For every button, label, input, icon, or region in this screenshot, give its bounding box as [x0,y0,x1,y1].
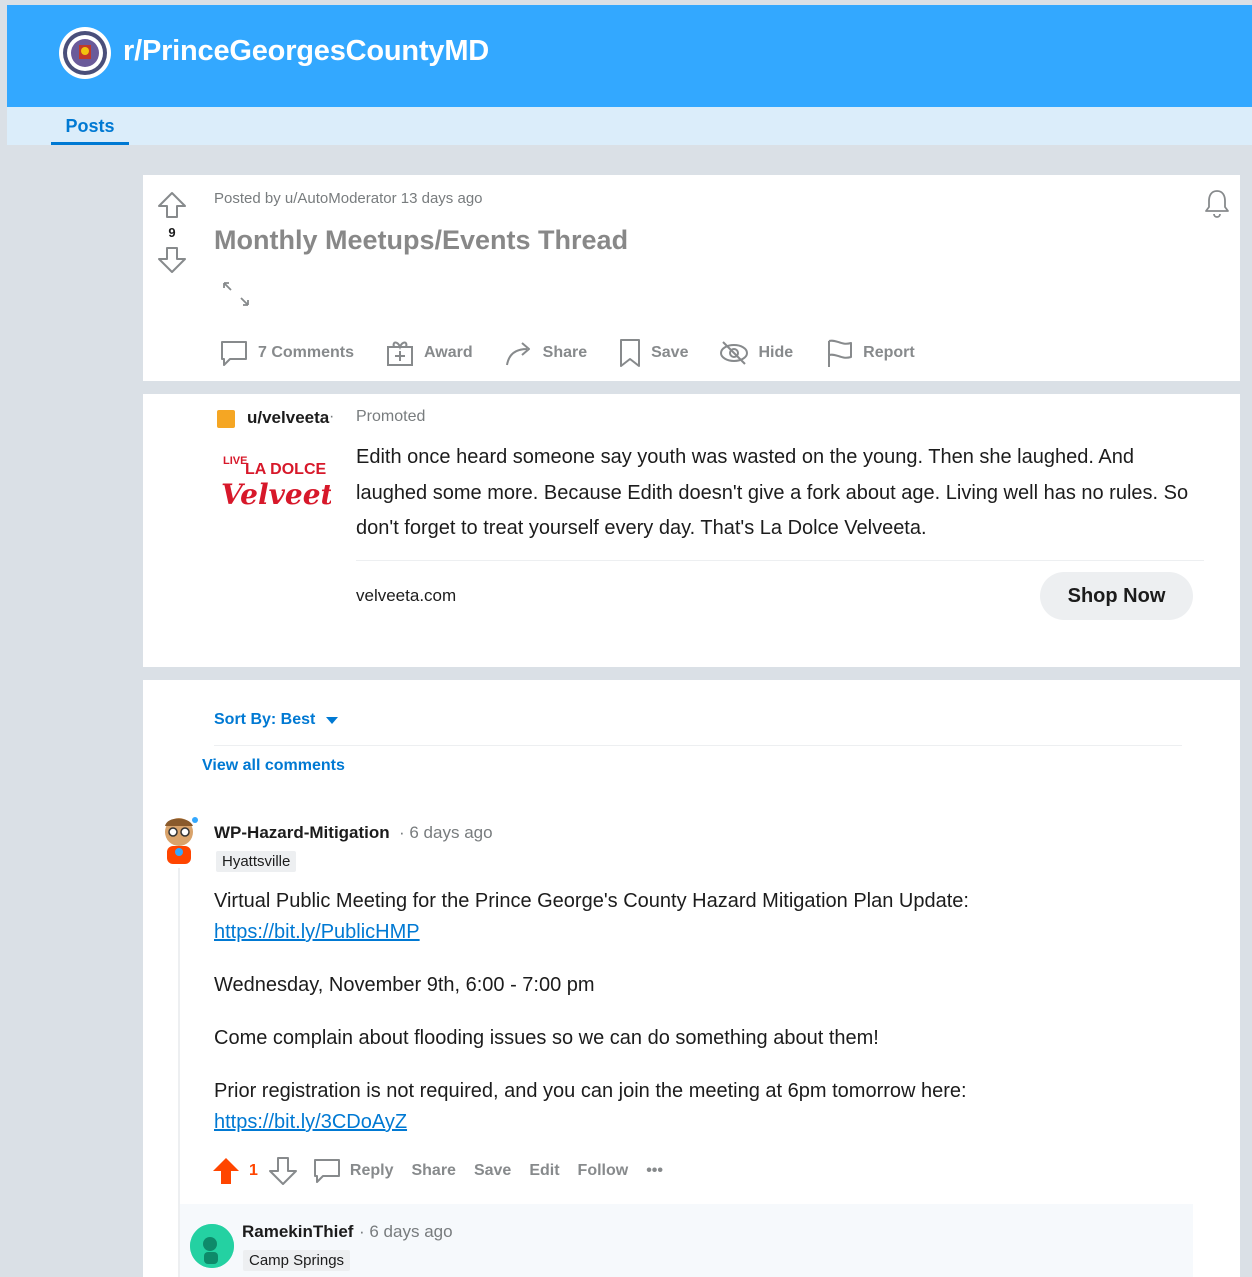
eye-slash-icon [720,341,749,365]
user-flair: Hyattsville [216,851,297,872]
user-flair: Camp Springs [243,1250,351,1271]
share-button[interactable]: Share [411,1162,455,1180]
post-score: 9 [168,225,176,240]
follow-button[interactable]: Follow [578,1162,629,1180]
meeting-link[interactable]: https://bit.ly/3CDoAyZ [214,1111,407,1133]
comments-card: Sort By: Best View all comments WP-Hazar… [143,680,1240,1277]
ad-divider [356,560,1204,561]
share-button[interactable]: Share [503,337,587,369]
comment-timestamp[interactable]: · 6 days ago [359,1222,453,1242]
reply-button[interactable]: Reply [312,1156,393,1186]
promoted-label: Promoted [356,408,426,425]
comment-score: 1 [249,1162,258,1179]
comment-icon [313,1159,340,1183]
upvote-icon[interactable] [155,189,189,221]
gift-icon [387,341,414,366]
advertiser-avatar-icon[interactable] [217,410,235,428]
caret-down-icon [326,717,339,724]
share-icon [505,342,530,366]
comment-timestamp[interactable]: · 6 days ago [399,823,493,843]
post-action-row: 7 Comments Award Share Save Hide Report [218,337,945,369]
more-options-icon[interactable]: ••• [646,1162,663,1180]
public-hmp-link[interactable]: https://bit.ly/PublicHMP [214,921,420,943]
save-button[interactable]: Save [617,337,688,369]
report-button[interactable]: Report [823,337,915,369]
post-meta: Posted by u/AutoModerator 13 days ago [214,190,483,207]
comment-paragraph: Wednesday, November 9th, 6:00 - 7:00 pm [214,974,595,996]
promoted-ad-card: u/velveeta · Promoted LIVE LA DOLCE Velv… [143,394,1240,667]
svg-text:LA DOLCE: LA DOLCE [245,461,327,478]
post-card: 9 Posted by u/AutoModerator 13 days ago … [143,175,1240,381]
share-label: Share [542,344,588,361]
expand-icon[interactable] [220,279,252,309]
advertiser-username[interactable]: u/velveeta [247,408,329,428]
bell-icon[interactable] [1202,187,1232,219]
avatar[interactable] [190,1224,234,1268]
edit-button[interactable]: Edit [529,1162,559,1180]
shop-now-button[interactable]: Shop Now [1040,572,1193,620]
ad-body-text[interactable]: Edith once heard someone say youth was w… [356,440,1206,547]
save-label: Save [651,344,689,361]
comment-author[interactable]: WP-Hazard-Mitigation [214,823,390,843]
report-label: Report [863,344,915,361]
ad-domain-link[interactable]: velveeta.com [356,586,456,606]
comment-paragraph: Come complain about flooding issues so w… [214,1027,879,1049]
comment-body: Virtual Public Meeting for the Prince Ge… [214,886,1174,1160]
subreddit-banner: r/PrinceGeorgesCountyMD [7,5,1252,107]
comment-paragraph: Prior registration is not required, and … [214,1080,967,1133]
award-label: Award [424,344,473,361]
post-vote-column: 9 [155,189,189,276]
subreddit-title[interactable]: r/PrinceGeorgesCountyMD [123,35,489,68]
sort-divider [214,745,1182,746]
tab-bar: Posts [7,107,1252,145]
comment-icon [221,341,247,366]
save-button[interactable]: Save [474,1162,511,1180]
flag-icon [828,339,853,367]
hide-button[interactable]: Hide [718,337,793,369]
ad-separator: · [329,408,335,425]
reply-comment: RamekinThief · 6 days ago Camp Springs [180,1204,1193,1277]
comment-action-row: 1 Reply Share Save Edit Follow ••• [211,1156,681,1186]
bookmark-icon [620,339,641,367]
sort-dropdown[interactable]: Sort By: Best [214,711,339,729]
upvote-icon[interactable] [211,1156,241,1186]
avatar[interactable] [155,814,201,868]
county-seal-icon[interactable] [59,27,111,79]
view-all-comments-link[interactable]: View all comments [202,757,345,775]
comment-paragraph: Virtual Public Meeting for the Prince Ge… [214,890,969,943]
tab-posts[interactable]: Posts [51,116,129,145]
sort-label: Sort By: Best [214,711,316,728]
comments-button[interactable]: 7 Comments [218,337,354,369]
velveeta-logo[interactable]: LIVE LA DOLCE Velveeta [221,452,331,518]
comments-count: 7 Comments [258,344,355,361]
downvote-icon[interactable] [268,1156,298,1186]
downvote-icon[interactable] [155,244,189,276]
comment-author[interactable]: RamekinThief [242,1222,353,1242]
award-button[interactable]: Award [384,337,473,369]
svg-text:Velveeta: Velveeta [221,478,331,511]
post-title[interactable]: Monthly Meetups/Events Thread [214,225,628,256]
svg-text:LIVE: LIVE [223,455,247,467]
hide-label: Hide [758,344,794,361]
